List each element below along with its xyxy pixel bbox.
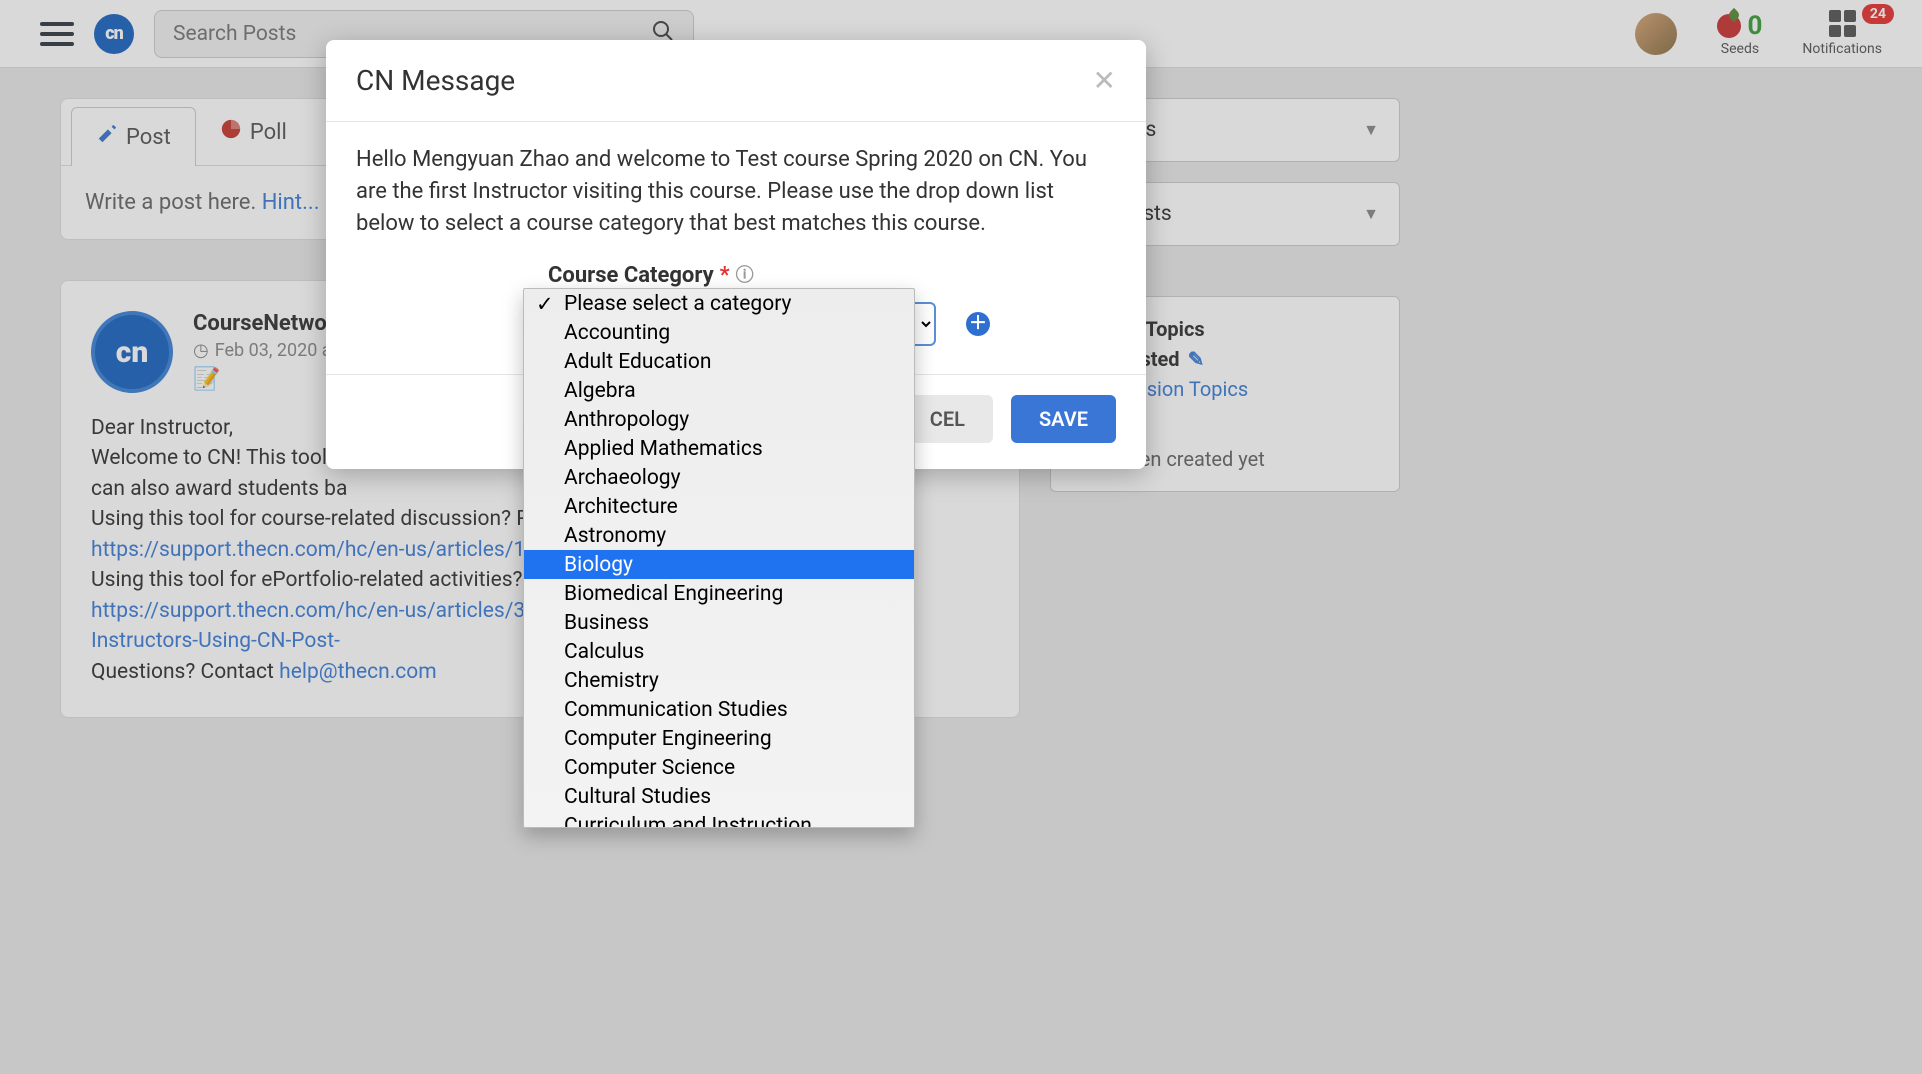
category-option[interactable]: Astronomy	[524, 521, 914, 550]
cancel-button[interactable]: CEL	[902, 395, 993, 443]
category-option[interactable]: Business	[524, 608, 914, 637]
info-icon[interactable]: ⓘ	[736, 263, 754, 289]
category-option[interactable]: Computer Science	[524, 753, 914, 782]
modal-header: CN Message ✕	[326, 40, 1146, 122]
category-option[interactable]: Algebra	[524, 376, 914, 405]
category-option[interactable]: Biomedical Engineering	[524, 579, 914, 608]
close-icon[interactable]: ✕	[1093, 64, 1116, 97]
category-option[interactable]: Accounting	[524, 318, 914, 347]
add-category-button[interactable]: ＋	[966, 312, 990, 336]
category-option[interactable]: Computer Engineering	[524, 724, 914, 753]
category-option[interactable]: Cultural Studies	[524, 782, 914, 811]
save-button[interactable]: SAVE	[1011, 395, 1116, 443]
category-option[interactable]: Please select a category	[524, 289, 914, 318]
required-asterisk: *	[720, 260, 730, 292]
category-label: Course Category * ⓘ	[548, 260, 754, 292]
category-option[interactable]: Curriculum and Instruction	[524, 811, 914, 828]
category-options-list: Please select a categoryAccountingAdult …	[523, 288, 915, 828]
category-option[interactable]: Chemistry	[524, 666, 914, 695]
category-option[interactable]: Adult Education	[524, 347, 914, 376]
category-option[interactable]: Architecture	[524, 492, 914, 521]
category-option[interactable]: Communication Studies	[524, 695, 914, 724]
category-option[interactable]: Anthropology	[524, 405, 914, 434]
modal-message: Hello Mengyuan Zhao and welcome to Test …	[356, 144, 1116, 240]
category-option[interactable]: Archaeology	[524, 463, 914, 492]
modal-title: CN Message	[356, 64, 515, 97]
category-option[interactable]: Biology	[524, 550, 914, 579]
category-option[interactable]: Calculus	[524, 637, 914, 666]
category-option[interactable]: Applied Mathematics	[524, 434, 914, 463]
